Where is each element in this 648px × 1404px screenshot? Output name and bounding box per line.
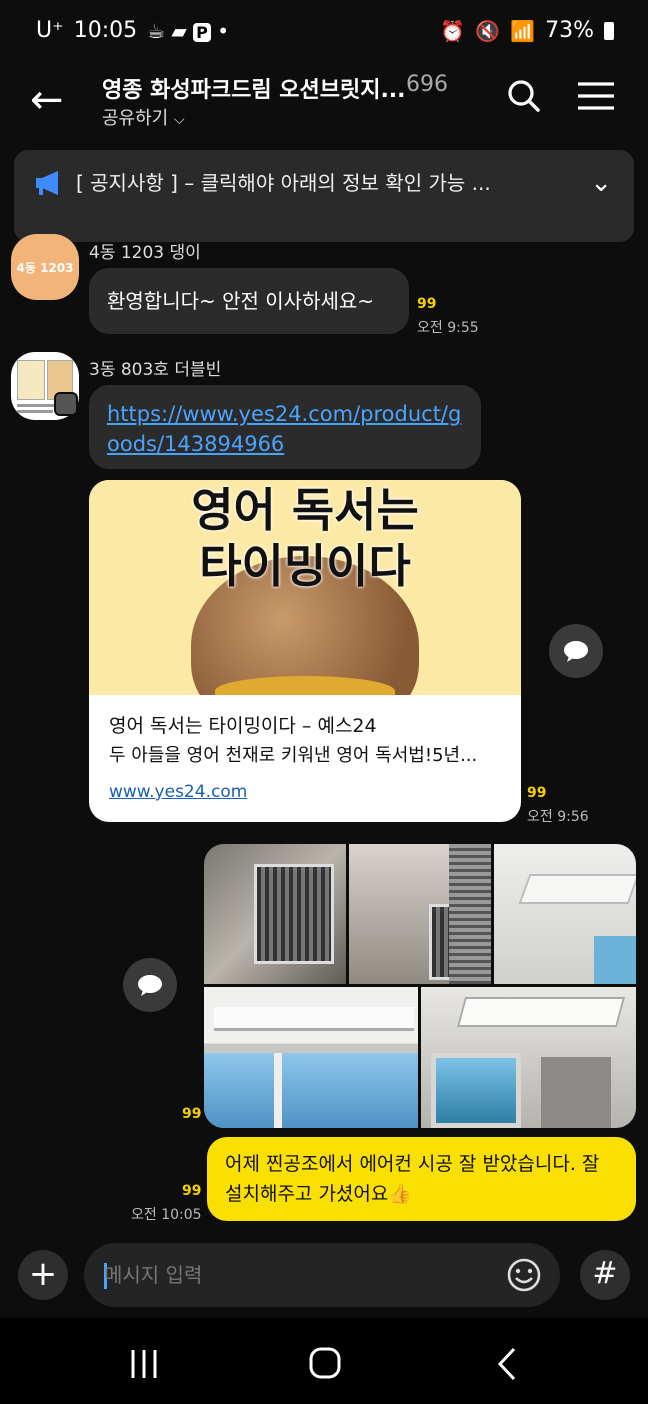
preview-headline-line1: 영어 독서는	[191, 483, 419, 537]
mute-icon: 🔇	[475, 18, 501, 43]
speech-bubble-icon	[138, 975, 162, 996]
alarm-icon: ⏰	[440, 18, 466, 43]
message-field-container[interactable]	[84, 1243, 560, 1307]
avatar-label: 4동 1203	[16, 261, 74, 275]
photo-thumbnail[interactable]	[349, 844, 491, 984]
link-preview-card[interactable]: 영어 독서는 타이밍이다 영어 독서는 타이밍이다 – 예스24 두 아들을 영…	[89, 480, 521, 822]
plus-icon[interactable]: +	[18, 1250, 68, 1300]
preview-title: 영어 독서는 타이밍이다 – 예스24	[109, 715, 377, 737]
member-count: 696	[406, 72, 448, 97]
notification-icons: ☕ ▰ P •	[147, 18, 230, 43]
back-icon[interactable]	[494, 1346, 520, 1382]
message-time: 오전 9:56	[527, 809, 589, 825]
carrier-label: U⁺	[36, 18, 64, 43]
home-icon[interactable]	[308, 1346, 342, 1380]
sender-name: 4동 1203 댕이	[89, 243, 201, 263]
preview-image: 영어 독서는 타이밍이다	[89, 480, 521, 695]
preview-headline: 영어 독서는 타이밍이다	[89, 480, 521, 594]
status-bar: U⁺ 10:05 ☕ ▰ P • ⏰ 🔇 📶 73%	[0, 0, 648, 64]
message-time: 오전 9:55	[417, 320, 479, 336]
sender-name: 3동 803호 더블빈	[89, 360, 222, 380]
unread-count: 99	[417, 296, 437, 312]
message-link[interactable]: https://www.yes24.com/product/goods/1438…	[107, 402, 461, 456]
preview-body: 영어 독서는 타이밍이다 – 예스24 두 아들을 영어 천재로 키워낸 영어 …	[89, 695, 521, 822]
menu-icon[interactable]	[576, 78, 616, 114]
message-text: 어제 찐공조에서 에어컨 시공 잘 받았습니다. 잘 설치해주고 가셨어요👍	[225, 1153, 600, 1205]
megaphone-icon	[36, 171, 58, 195]
photo-thumbnail[interactable]	[204, 844, 346, 984]
share-label: 공유하기	[102, 108, 169, 129]
notice-text: [ 공지사항 ] – 클릭해야 아래의 정보 확인 가능 ...	[76, 171, 491, 195]
speech-bubble-icon	[564, 641, 588, 662]
battery-icon	[604, 21, 614, 40]
message-bubble[interactable]: https://www.yes24.com/product/goods/1438…	[89, 385, 481, 469]
chat-header: ← 영종 화성파크드림 오션브릿지... 696 공유하기 ⌵	[0, 64, 648, 144]
share-dropdown[interactable]: 공유하기 ⌵	[102, 104, 185, 130]
emoji-icon[interactable]	[506, 1257, 542, 1293]
message-input[interactable]	[104, 1257, 484, 1293]
photo-thumbnail[interactable]	[204, 987, 418, 1128]
search-icon[interactable]	[506, 78, 542, 114]
message-time: 오전 10:05	[131, 1207, 202, 1223]
wifi-icon: 📶	[510, 18, 536, 43]
battery-level: 73%	[545, 18, 594, 43]
preview-description: 두 아들을 영어 천재로 키워낸 영어 독서법!5년...	[109, 745, 478, 766]
preview-headline-line2: 타이밍이다	[199, 539, 411, 593]
openchat-badge-icon	[54, 392, 78, 416]
message-text: 환영합니다~ 안전 이사하세요~	[107, 289, 375, 313]
recent-apps-icon[interactable]	[128, 1348, 160, 1380]
unread-count: 99	[182, 1183, 202, 1199]
unread-count: 99	[182, 1106, 202, 1122]
my-message-bubble[interactable]: 어제 찐공조에서 에어컨 시공 잘 받았습니다. 잘 설치해주고 가셨어요👍	[207, 1137, 636, 1221]
input-bar: + #	[0, 1238, 648, 1318]
system-navigation-bar	[0, 1318, 648, 1404]
chat-title[interactable]: 영종 화성파크드림 오션브릿지...	[102, 72, 406, 104]
chevron-down-icon[interactable]: ⌄	[590, 168, 612, 198]
share-bubble-button[interactable]	[549, 624, 603, 678]
notice-banner[interactable]: [ 공지사항 ] – 클릭해야 아래의 정보 확인 가능 ... ⌄	[14, 150, 634, 242]
chevron-down-icon: ⌵	[173, 112, 185, 128]
back-arrow-icon[interactable]: ←	[30, 80, 64, 120]
photo-thumbnail[interactable]	[421, 987, 636, 1128]
clock: 10:05	[73, 18, 138, 43]
photo-grid[interactable]	[204, 844, 636, 1128]
preview-url[interactable]: www.yes24.com	[109, 777, 501, 807]
message-bubble[interactable]: 환영합니다~ 안전 이사하세요~	[89, 268, 409, 334]
photo-thumbnail[interactable]	[494, 844, 636, 984]
avatar[interactable]: 4동 1203	[11, 234, 79, 300]
share-bubble-button[interactable]	[123, 958, 177, 1012]
hashtag-icon[interactable]: #	[580, 1250, 630, 1300]
unread-count: 99	[527, 785, 547, 801]
